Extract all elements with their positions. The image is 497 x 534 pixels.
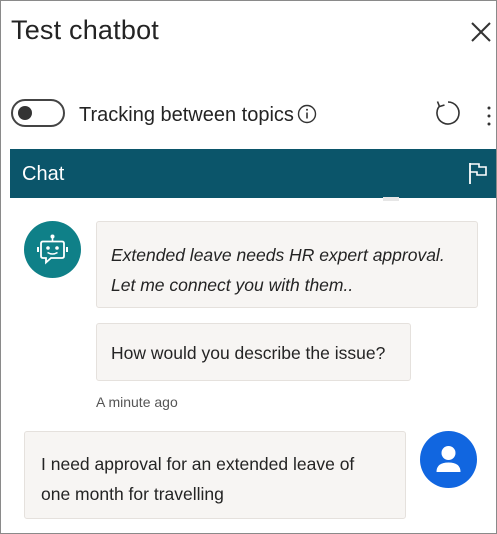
message-line: Let me connect you with them.. <box>111 275 354 295</box>
chat-header: Chat <box>10 149 496 198</box>
user-message-bubble: I need approval for an extended leave of… <box>24 431 406 519</box>
bot-message-bubble: How would you describe the issue? <box>96 323 411 381</box>
panel-title: Test chatbot <box>11 15 159 45</box>
message-line: I need approval for an extended leave of <box>41 454 355 474</box>
tracking-label: Tracking between topics <box>79 104 294 126</box>
message-timestamp: A minute ago <box>96 394 178 410</box>
bot-message-bubble: Extended leave needs HR expert approval.… <box>96 221 478 308</box>
info-icon[interactable] <box>297 104 317 124</box>
scroll-indicator <box>383 197 399 201</box>
flag-icon[interactable] <box>467 161 489 185</box>
bot-avatar <box>24 221 81 278</box>
user-avatar <box>420 431 477 488</box>
tracking-toggle[interactable] <box>11 99 65 127</box>
message-line: Extended leave needs HR expert approval. <box>111 245 445 265</box>
message-line: one month for travelling <box>41 484 224 504</box>
bot-icon <box>37 234 68 265</box>
toggle-knob <box>18 106 32 120</box>
user-icon <box>436 446 461 472</box>
test-chatbot-panel: Test chatbot Tracking between topics Cha… <box>0 0 497 534</box>
refresh-icon[interactable] <box>434 99 462 127</box>
close-icon[interactable] <box>468 19 494 45</box>
chat-header-label: Chat <box>22 163 65 185</box>
more-options-icon[interactable] <box>485 105 493 127</box>
